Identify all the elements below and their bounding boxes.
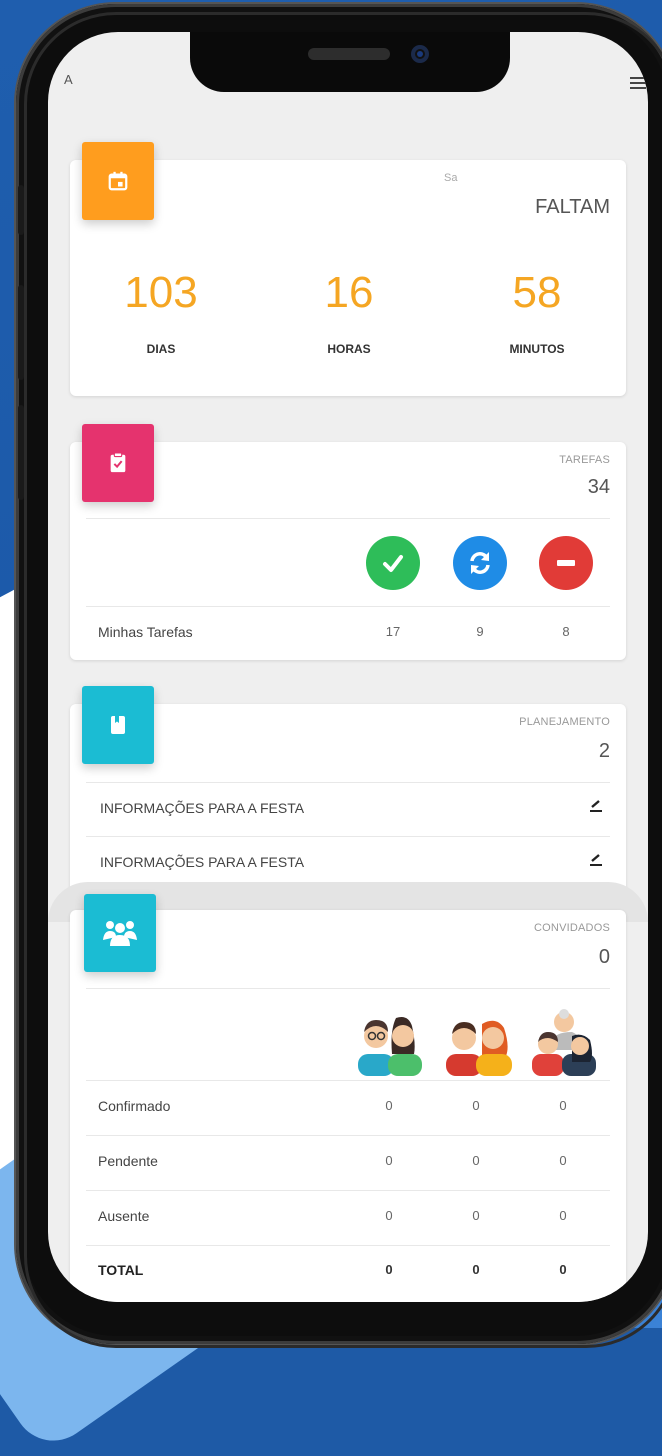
hours-value: 16 <box>324 268 374 317</box>
tasks-progress-count: 9 <box>476 624 484 639</box>
guest-total-label: TOTAL <box>98 1262 144 1278</box>
users-icon <box>84 894 156 972</box>
guest-cell: 0 <box>559 1098 567 1113</box>
countdown-top-text: Sa <box>444 172 458 184</box>
speaker-grille <box>308 48 390 60</box>
guests-row-divider <box>86 1135 610 1136</box>
my-tasks-label[interactable]: Minhas Tarefas <box>98 624 193 640</box>
couple-icon <box>446 1020 512 1076</box>
header-text: A <box>64 72 73 87</box>
guest-cell: 0 <box>559 1153 567 1168</box>
minutes-label: MINUTOS <box>509 342 565 356</box>
edit-icon[interactable] <box>588 798 604 812</box>
guest-row-label: Confirmado <box>98 1098 171 1114</box>
countdown-card: Sa FALTAM 103 DIAS 16 HORAS 58 MINUTOS <box>70 142 626 396</box>
planning-card: PLANEJAMENTO 2 INFORMAÇÕES PARA A FESTA … <box>70 686 626 904</box>
menu-icon[interactable] <box>630 77 646 91</box>
tasks-done-count: 17 <box>385 624 401 639</box>
guest-cell: 0 <box>472 1208 480 1223</box>
blocked-icon <box>539 536 593 590</box>
phone-silent-switch <box>18 185 24 235</box>
planning-divider <box>86 782 610 783</box>
phone-screen: A Sa FALTAM 103 DIAS 16 HORAS 58 MINUTOS… <box>48 32 648 1302</box>
book-icon <box>82 686 154 764</box>
guest-total-cell: 0 <box>472 1262 480 1277</box>
front-camera <box>411 45 429 63</box>
guests-row-divider <box>86 1190 610 1191</box>
tasks-divider <box>86 518 610 519</box>
minutes-value: 58 <box>512 268 562 317</box>
refresh-icon <box>453 536 507 590</box>
days-label: DIAS <box>146 342 176 356</box>
tasks-row-divider <box>86 606 610 607</box>
guest-cell: 0 <box>385 1208 393 1223</box>
countdown-label: FALTAM <box>535 196 610 218</box>
days-value: 103 <box>124 268 198 317</box>
guests-label: CONVIDADOS <box>534 922 610 934</box>
guest-cell: 0 <box>385 1153 393 1168</box>
guests-card: CONVIDADOS 0 Confirmado 0 0 0 Pendente 0… <box>70 894 626 1302</box>
guest-cell: 0 <box>559 1208 567 1223</box>
adults-couple-icon <box>358 1017 422 1076</box>
guests-total: 0 <box>598 946 610 968</box>
edit-icon[interactable] <box>588 852 604 866</box>
guest-cell: 0 <box>472 1153 480 1168</box>
check-icon <box>366 536 420 590</box>
guest-total-cell: 0 <box>559 1262 567 1277</box>
planning-label: PLANEJAMENTO <box>519 716 610 728</box>
guests-row-divider <box>86 1080 610 1081</box>
guests-divider <box>86 988 610 989</box>
guest-total-cell: 0 <box>385 1262 393 1277</box>
planning-item[interactable]: INFORMAÇÕES PARA A FESTA <box>100 800 304 816</box>
phone-notch <box>190 32 510 92</box>
tasks-label: TAREFAS <box>559 454 610 466</box>
tasks-total: 34 <box>587 476 610 498</box>
planning-item[interactable]: INFORMAÇÕES PARA A FESTA <box>100 854 304 870</box>
phone-volume-up <box>18 285 24 380</box>
tasks-card: TAREFAS 34 Minhas Tarefas 17 9 8 <box>70 424 626 660</box>
guest-cell: 0 <box>472 1098 480 1113</box>
phone-volume-down <box>18 405 24 500</box>
calendar-icon <box>82 142 154 220</box>
planning-row-divider <box>86 836 610 837</box>
guests-row-divider <box>86 1245 610 1246</box>
planning-total: 2 <box>598 740 610 762</box>
tasks-blocked-count: 8 <box>562 624 570 639</box>
guest-cell: 0 <box>385 1098 393 1113</box>
guest-row-label: Ausente <box>98 1208 150 1224</box>
family-icon <box>532 1009 596 1076</box>
clipboard-check-icon <box>82 424 154 502</box>
guest-row-label: Pendente <box>98 1153 158 1169</box>
hours-label: HORAS <box>327 342 371 356</box>
